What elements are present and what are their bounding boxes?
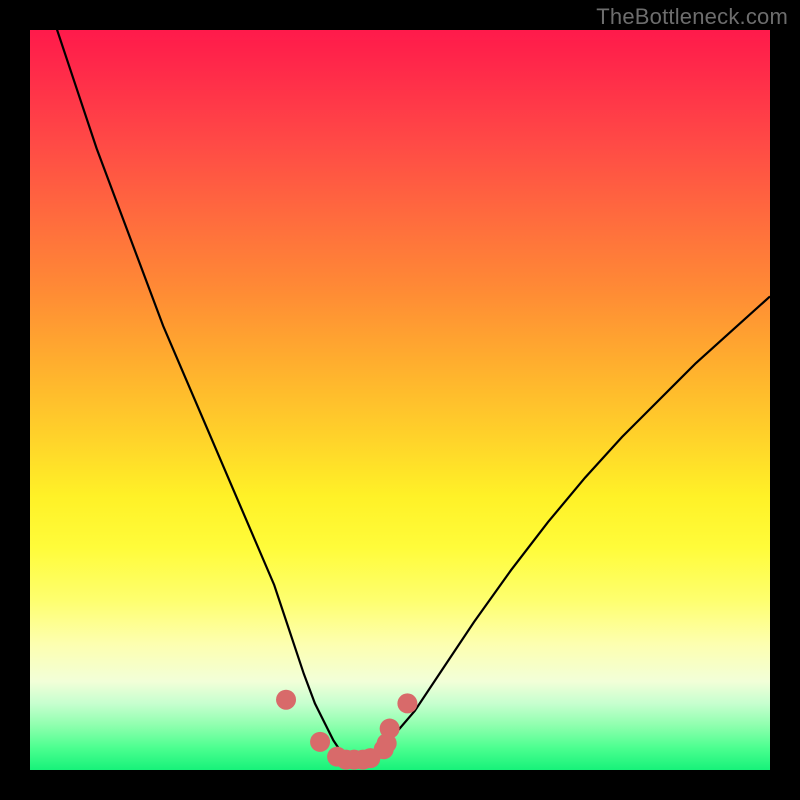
data-marker bbox=[310, 732, 330, 752]
watermark-text: TheBottleneck.com bbox=[596, 4, 788, 30]
data-marker bbox=[276, 690, 296, 710]
chart-frame: TheBottleneck.com bbox=[0, 0, 800, 800]
data-marker bbox=[380, 719, 400, 739]
data-marker bbox=[397, 693, 417, 713]
bottleneck-curve bbox=[30, 30, 770, 770]
plot-area bbox=[30, 30, 770, 770]
